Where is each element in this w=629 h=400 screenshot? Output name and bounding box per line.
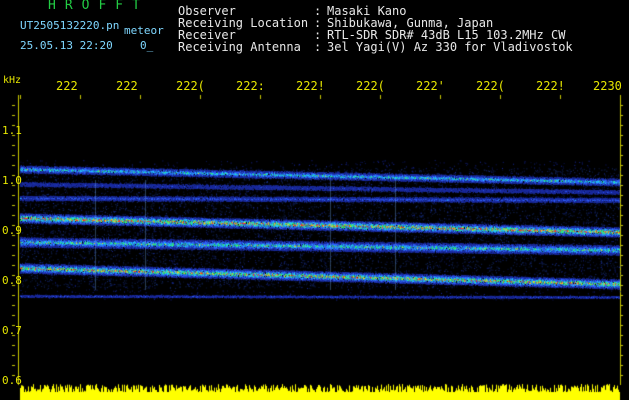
timestamp-label: 25.05.13 22:20 xyxy=(20,39,113,52)
time-tick: 222( xyxy=(356,79,385,93)
meteor-counter: 0_ xyxy=(140,39,154,52)
freq-tick: 0.6 xyxy=(2,374,22,387)
time-tick: 222( xyxy=(476,79,505,93)
freq-tick: 0.8 xyxy=(2,274,22,287)
time-tick: 222! xyxy=(536,79,565,93)
app-title: HROFFT xyxy=(48,0,149,13)
time-tick: 222( xyxy=(176,79,205,93)
time-tick: 222 xyxy=(116,79,138,93)
time-tick: 2230 xyxy=(593,79,622,93)
antenna-value: 3el Yagi(V) Az 330 for Vladivostok xyxy=(327,40,573,54)
time-tick: 222! xyxy=(296,79,325,93)
time-tick: 222 xyxy=(56,79,78,93)
freq-tick: 1.1 xyxy=(2,124,22,137)
antenna-label: Receiving Antenna xyxy=(178,40,301,54)
filename-label: UT2505132220.pn xyxy=(20,19,120,32)
time-tick: 222' xyxy=(416,79,445,93)
meteor-label: meteor xyxy=(124,24,164,37)
freq-tick: 0.7 xyxy=(2,324,22,337)
freq-tick: 1.0 xyxy=(2,174,22,187)
spectrogram-canvas xyxy=(0,0,629,400)
time-tick: 222: xyxy=(236,79,265,93)
frequency-unit-label: kHz xyxy=(3,75,22,86)
freq-tick: 0.9 xyxy=(2,224,22,237)
colon: : xyxy=(314,40,322,54)
